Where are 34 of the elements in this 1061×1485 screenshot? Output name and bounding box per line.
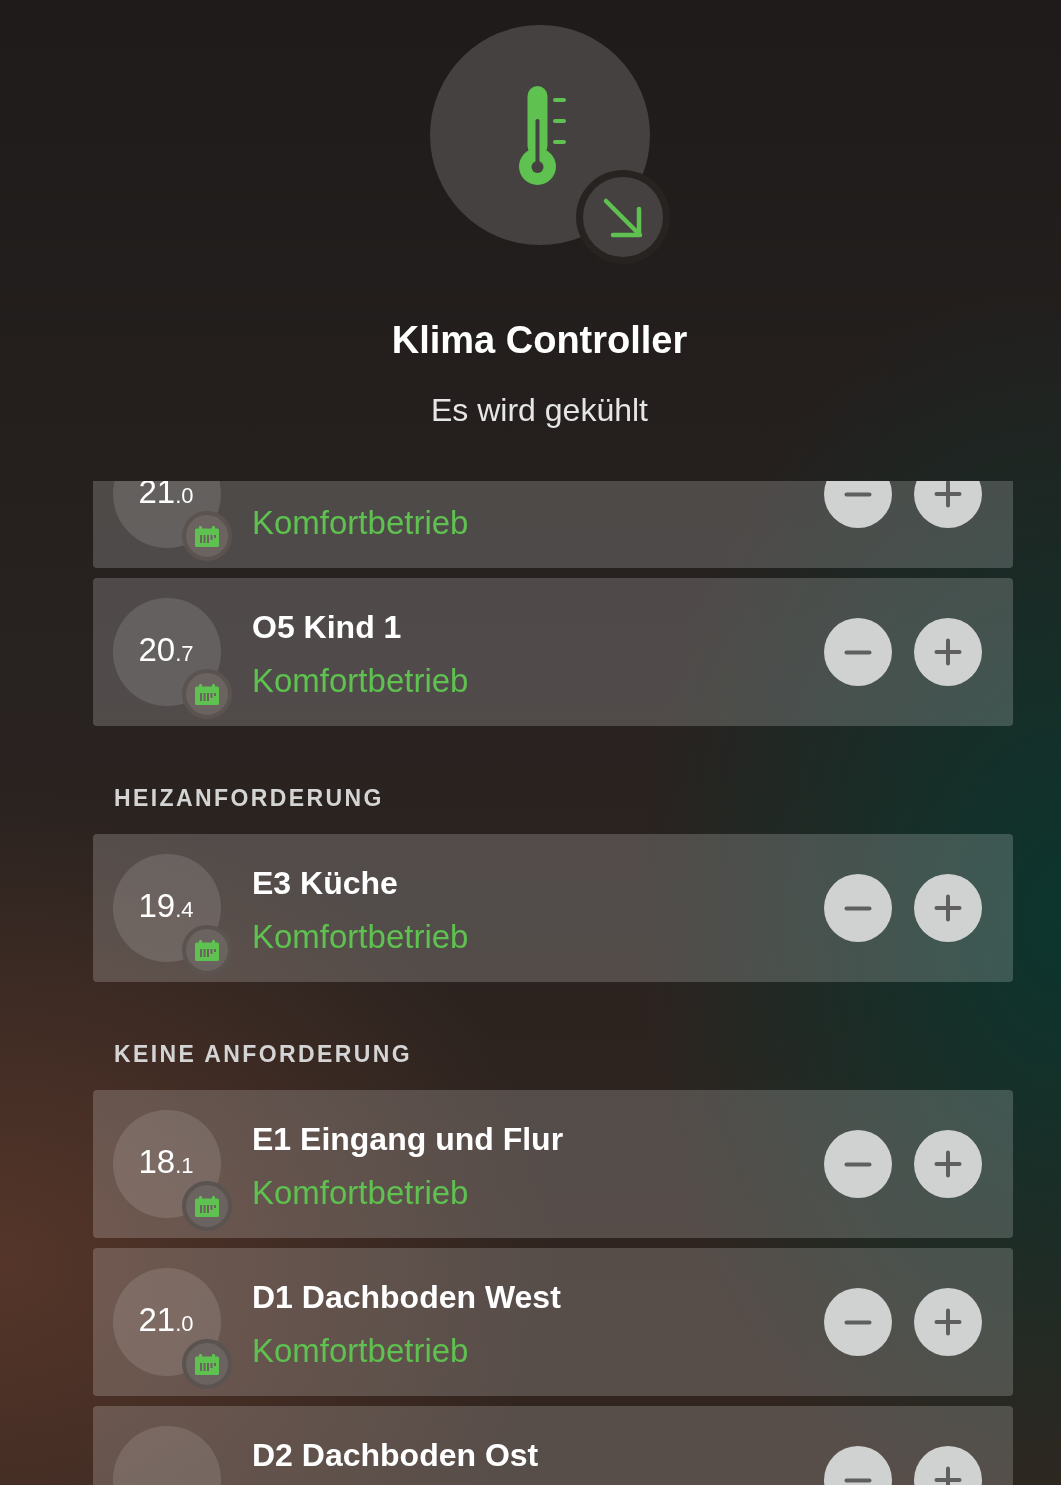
mode-label: Komfortbetrieb bbox=[252, 1173, 469, 1213]
mode-label: Komfortbetrieb bbox=[252, 917, 469, 957]
temperature-reading: 19.4 bbox=[138, 894, 194, 922]
plus-icon bbox=[934, 481, 962, 508]
temperature-reading: 20.7 bbox=[138, 638, 194, 666]
minus-icon bbox=[844, 1161, 872, 1167]
section-heading: HEIZANFORDERUNG bbox=[114, 784, 384, 813]
temperature-reading: 18.1 bbox=[138, 1150, 194, 1178]
minus-icon bbox=[844, 649, 872, 655]
calendar-icon bbox=[182, 669, 232, 719]
temperature-reading: 21.0 bbox=[138, 1308, 194, 1336]
calendar-icon bbox=[182, 511, 232, 561]
calendar-icon bbox=[182, 1181, 232, 1231]
minus-icon bbox=[844, 1319, 872, 1325]
minus-icon bbox=[844, 905, 872, 911]
mode-label: Komfortbetrieb bbox=[252, 661, 469, 701]
minus-icon bbox=[844, 1477, 872, 1483]
plus-icon bbox=[934, 638, 962, 666]
room-name: D2 Dachboden Ost bbox=[252, 1436, 539, 1475]
calendar-icon bbox=[182, 1339, 232, 1389]
thermometer-icon bbox=[519, 85, 566, 185]
plus-icon bbox=[934, 1308, 962, 1336]
mode-label: Komfortbetrieb bbox=[252, 1331, 469, 1371]
status-text: Es wird gekühlt bbox=[431, 391, 648, 429]
room-name: D1 Dachboden West bbox=[252, 1278, 561, 1317]
plus-icon bbox=[934, 1150, 962, 1178]
app-title: Klima Controller bbox=[391, 318, 688, 363]
room-name: E3 Küche bbox=[252, 864, 398, 903]
mode-label: Komfortbetrieb bbox=[252, 503, 469, 543]
plus-icon bbox=[934, 894, 962, 922]
room-name: E1 Eingang und Flur bbox=[252, 1120, 564, 1159]
room-name: O5 Kind 1 bbox=[252, 608, 402, 647]
section-heading: KEINE ANFORDERUNG bbox=[114, 1040, 413, 1069]
minus-icon bbox=[844, 491, 872, 497]
